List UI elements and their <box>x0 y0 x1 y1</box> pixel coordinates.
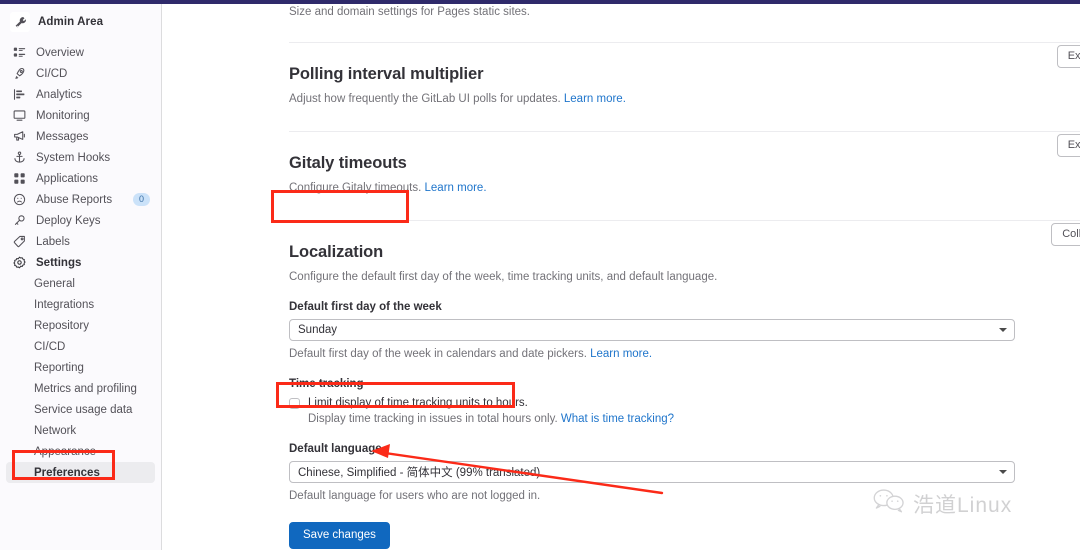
sidebar-item-settings[interactable]: Settings <box>6 252 155 273</box>
time-tracking-label: Time tracking <box>289 378 364 390</box>
section-desc-text: Configure Gitaly timeouts. <box>289 182 422 194</box>
sidebar-subitem-label: Service usage data <box>34 403 133 416</box>
first-day-select[interactable]: Sunday <box>289 319 1015 341</box>
wrench-icon <box>10 12 30 32</box>
section-title: Polling interval multiplier <box>289 65 484 83</box>
time-tracking-checkbox-row[interactable]: Limit display of time tracking units to … <box>289 396 1018 411</box>
time-tracking-checkbox[interactable] <box>289 398 300 409</box>
screen-root: Admin Area Overview CI/CD Analytics Moni… <box>0 0 1080 550</box>
abuse-reports-badge: 0 <box>132 193 150 206</box>
sidebar-item-label: CI/CD <box>36 67 68 80</box>
chevron-down-icon <box>999 470 1007 474</box>
sidebar-item-overview[interactable]: Overview <box>6 42 155 63</box>
default-language-value: Chinese, Simplified - 简体中文 (99% translat… <box>298 467 541 479</box>
key-icon <box>11 213 27 229</box>
section-description: Adjust how frequently the GitLab UI poll… <box>289 91 1018 107</box>
first-day-helper-text: Default first day of the week in calenda… <box>289 348 587 360</box>
sidebar-subitem-preferences[interactable]: Preferences <box>6 462 155 483</box>
sidebar-item-abuse-reports[interactable]: Abuse Reports 0 <box>6 189 155 210</box>
sidebar-item-label: Overview <box>36 46 84 59</box>
top-navy-bar <box>0 0 1080 4</box>
what-is-time-tracking-link[interactable]: What is time tracking? <box>561 413 674 425</box>
section-polling-interval: Polling interval multiplier Adjust how f… <box>163 43 1080 107</box>
section-title: Localization <box>289 243 384 261</box>
time-tracking-sub-text: Display time tracking in issues in total… <box>308 412 1018 427</box>
sidebar-item-label: Settings <box>36 256 82 269</box>
default-language-helper: Default language for users who are not l… <box>289 490 541 502</box>
sidebar-subitem-label: General <box>34 277 75 290</box>
sidebar-item-label: Deploy Keys <box>36 214 101 227</box>
anchor-icon <box>11 150 27 166</box>
sidebar-subitem-label: Appearance <box>34 445 97 458</box>
sidebar-subitem-label: Preferences <box>34 466 100 479</box>
section-localization: Localization Configure the default first… <box>163 221 1080 549</box>
sidebar-subitem-label: Repository <box>34 319 89 332</box>
rocket-icon <box>11 66 27 82</box>
sidebar-item-labels[interactable]: Labels <box>6 231 155 252</box>
sidebar-subitem-network[interactable]: Network <box>6 420 155 441</box>
sidebar-subitem-label: Network <box>34 424 77 437</box>
pages-description: Size and domain settings for Pages stati… <box>289 6 530 18</box>
sidebar-item-label: Abuse Reports <box>36 193 113 206</box>
sidebar-item-cicd[interactable]: CI/CD <box>6 63 155 84</box>
sidebar-context-title: Admin Area <box>38 16 104 28</box>
sidebar-subitem-general[interactable]: General <box>6 273 155 294</box>
first-day-helper: Default first day of the week in calenda… <box>289 347 1018 362</box>
chart-icon <box>11 87 27 103</box>
expand-button-polling[interactable]: Expand <box>1056 45 1080 68</box>
learn-more-link[interactable]: Learn more. <box>564 93 626 105</box>
sidebar-item-label: Messages <box>36 130 89 143</box>
gear-icon <box>11 255 27 271</box>
monitor-icon <box>11 108 27 124</box>
section-gitaly-timeouts: Gitaly timeouts Configure Gitaly timeout… <box>163 132 1080 196</box>
learn-more-link[interactable]: Learn more. <box>425 182 487 194</box>
sidebar-subitem-label: Metrics and profiling <box>34 382 137 395</box>
sidebar-subitem-service-usage-data[interactable]: Service usage data <box>6 399 155 420</box>
section-desc-text: Adjust how frequently the GitLab UI poll… <box>289 93 561 105</box>
megaphone-icon <box>11 129 27 145</box>
sidebar-item-system-hooks[interactable]: System Hooks <box>6 147 155 168</box>
sidebar-item-label: Analytics <box>36 88 83 101</box>
sidebar-subitem-reporting[interactable]: Reporting <box>6 357 155 378</box>
section-title: Gitaly timeouts <box>289 154 407 172</box>
sidebar-subitem-metrics-and-profiling[interactable]: Metrics and profiling <box>6 378 155 399</box>
sidebar-subitem-label: Integrations <box>34 298 95 311</box>
sidebar-context-header[interactable]: Admin Area <box>6 8 155 36</box>
time-tracking-checkbox-label: Limit display of time tracking units to … <box>308 397 528 409</box>
abuse-icon <box>11 192 27 208</box>
sidebar-item-messages[interactable]: Messages <box>6 126 155 147</box>
expand-button-gitaly[interactable]: Expand <box>1056 134 1080 157</box>
settings-content: Size and domain settings for Pages stati… <box>163 4 1080 550</box>
default-language-select[interactable]: Chinese, Simplified - 简体中文 (99% translat… <box>289 461 1015 483</box>
sidebar-subitem-integrations[interactable]: Integrations <box>6 294 155 315</box>
admin-sidebar: Admin Area Overview CI/CD Analytics Moni… <box>0 4 162 550</box>
chevron-down-icon <box>999 328 1007 332</box>
collapse-button-localization[interactable]: Collapse <box>1051 223 1080 246</box>
sidebar-item-monitoring[interactable]: Monitoring <box>6 105 155 126</box>
sidebar-item-analytics[interactable]: Analytics <box>6 84 155 105</box>
section-description: Configure the default first day of the w… <box>289 271 718 283</box>
applications-icon <box>11 171 27 187</box>
sidebar-subitem-label: CI/CD <box>34 340 66 353</box>
overview-icon <box>11 45 27 61</box>
time-tracking-sub-label: Display time tracking in issues in total… <box>308 413 558 425</box>
sidebar-subitem-repository[interactable]: Repository <box>6 315 155 336</box>
save-changes-button[interactable]: Save changes <box>289 522 390 549</box>
first-day-label: Default first day of the week <box>289 301 442 313</box>
sidebar-subitem-appearance[interactable]: Appearance <box>6 441 155 462</box>
sidebar-item-applications[interactable]: Applications <box>6 168 155 189</box>
sidebar-subitem-label: Reporting <box>34 361 84 374</box>
sidebar-item-label: Applications <box>36 172 99 185</box>
section-description: Configure Gitaly timeouts. Learn more. <box>289 180 1018 196</box>
sidebar-subitem-cicd[interactable]: CI/CD <box>6 336 155 357</box>
default-language-label: Default language <box>289 443 382 455</box>
learn-more-link[interactable]: Learn more. <box>590 348 652 360</box>
sidebar-item-label: System Hooks <box>36 151 111 164</box>
label-icon <box>11 234 27 250</box>
sidebar-item-label: Labels <box>36 235 70 248</box>
first-day-value: Sunday <box>298 324 338 336</box>
sidebar-item-deploy-keys[interactable]: Deploy Keys <box>6 210 155 231</box>
sidebar-item-label: Monitoring <box>36 109 90 122</box>
